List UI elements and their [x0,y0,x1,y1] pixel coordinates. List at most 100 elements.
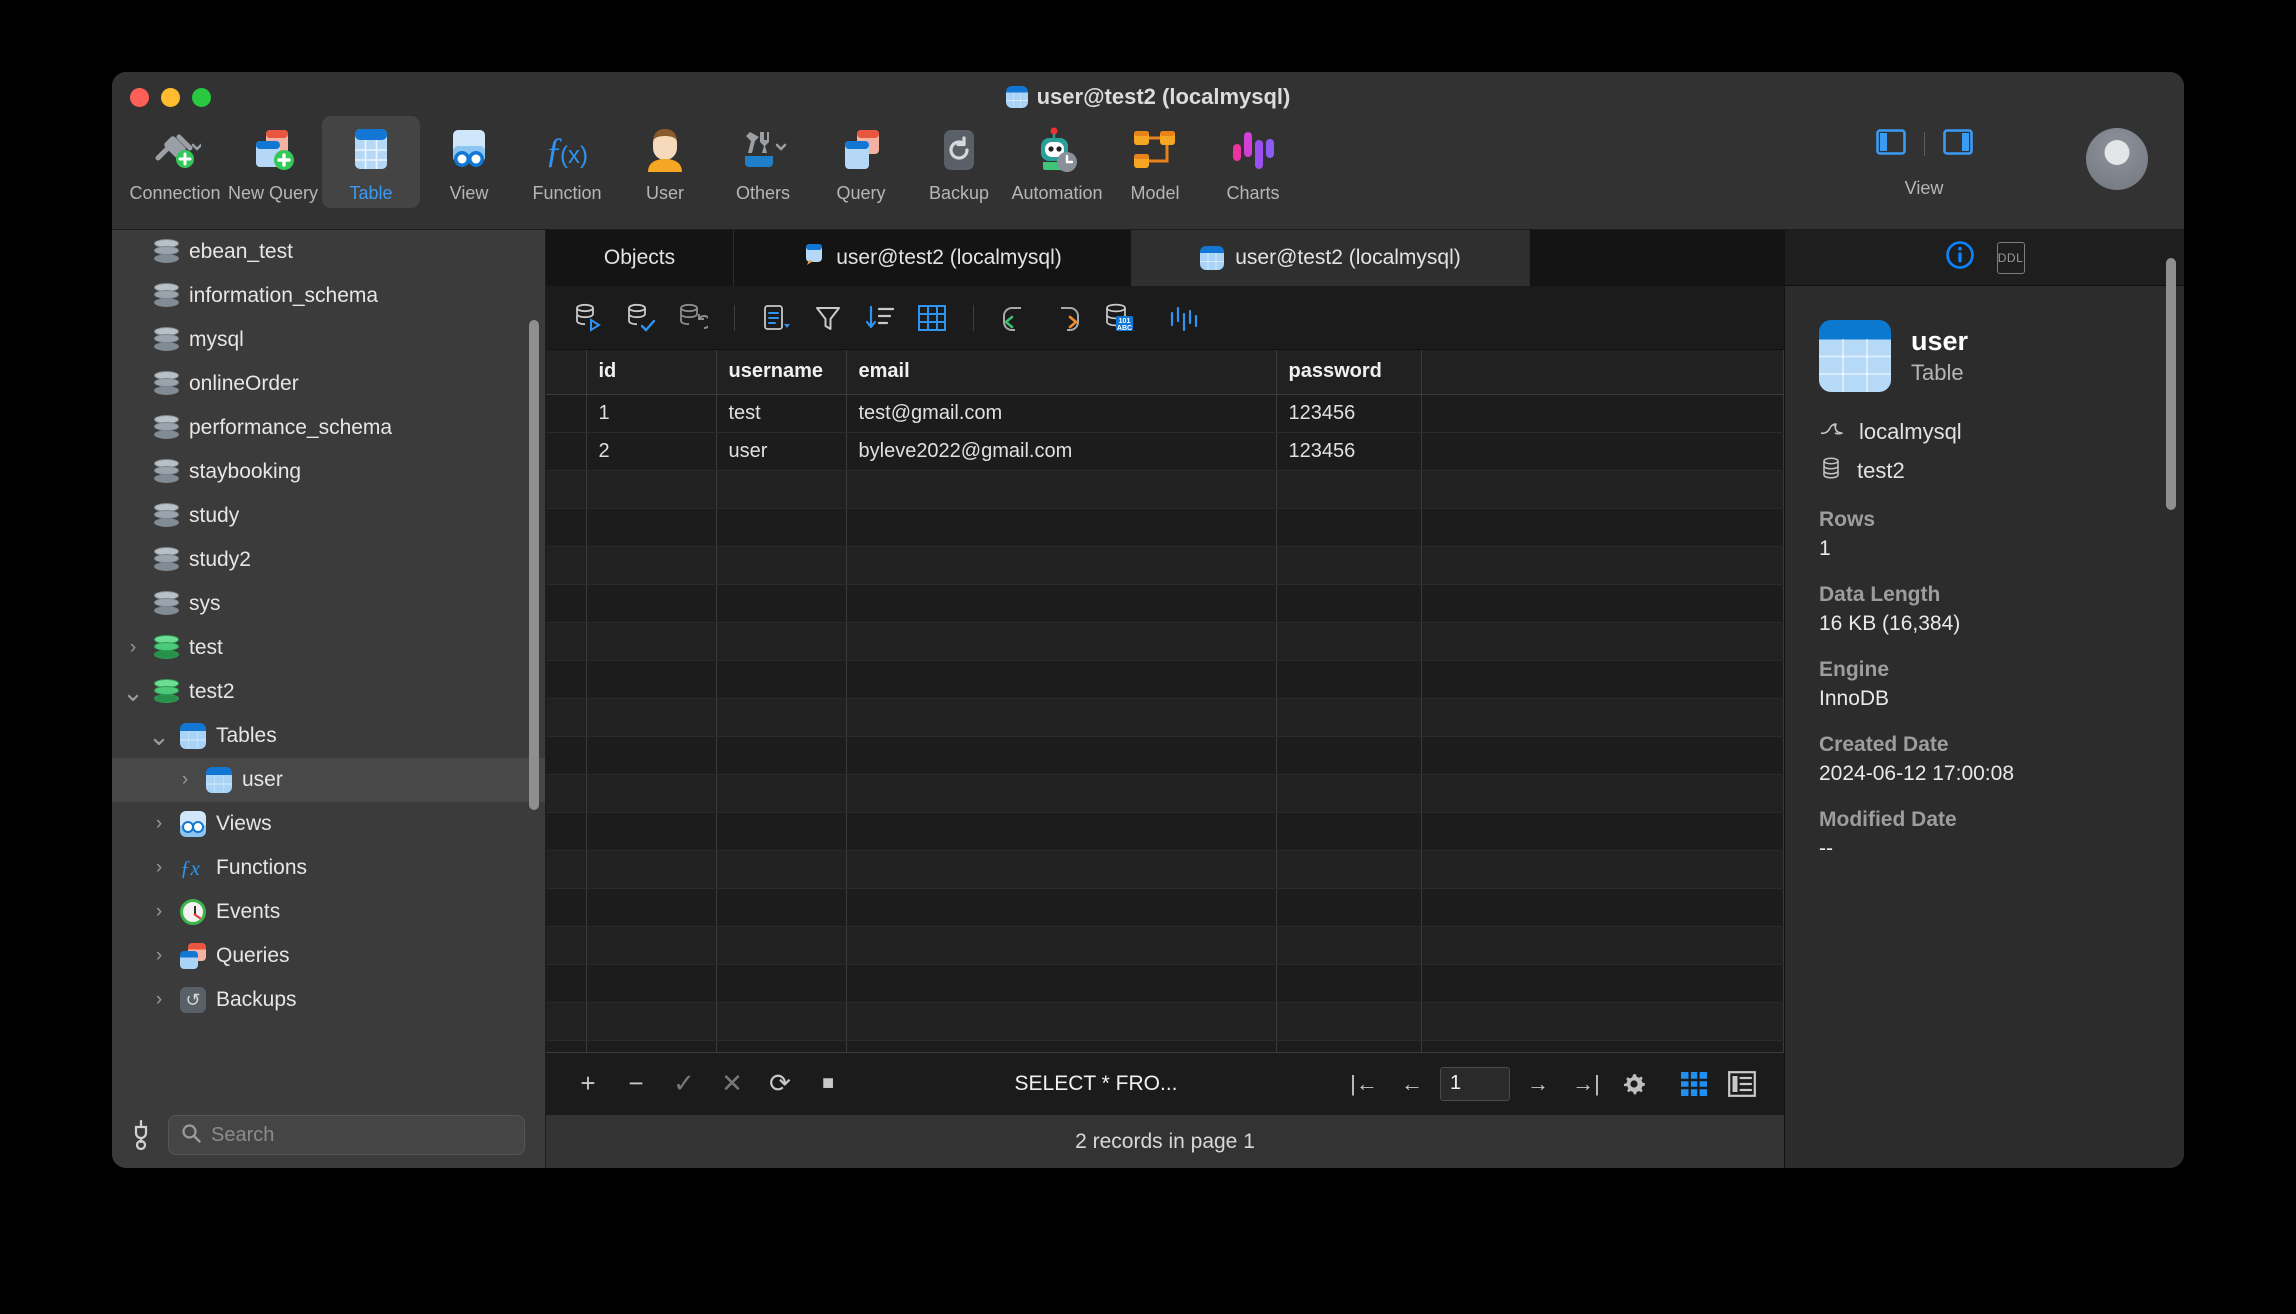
cell-empty[interactable] [846,774,1276,812]
cell-empty[interactable] [846,964,1276,1002]
tab-objects[interactable]: Objects [546,230,734,286]
chevron-right-icon[interactable]: › [122,637,144,659]
cell-empty[interactable] [586,736,716,774]
table-row-empty[interactable] [546,470,1784,508]
toolbar-function[interactable]: ƒ (x) Function [518,116,616,208]
tree-item-views[interactable]: ›Views [112,802,545,846]
cell-empty[interactable] [846,660,1276,698]
cell-empty[interactable] [546,736,586,774]
cell-empty[interactable] [1421,888,1784,926]
cell-empty[interactable] [846,1040,1276,1052]
cell-empty[interactable] [1276,888,1421,926]
cell-empty[interactable] [1421,584,1784,622]
cell-empty[interactable] [546,508,586,546]
table-row-empty[interactable] [546,508,1784,546]
toolbar-model[interactable]: Model [1106,116,1204,208]
cell-empty[interactable] [586,660,716,698]
cell-empty[interactable] [716,964,846,1002]
ddl-tab[interactable]: DDL [1997,242,2025,274]
avatar[interactable] [2086,128,2148,190]
cell-empty[interactable] [1421,736,1784,774]
chevron-right-icon[interactable]: › [148,945,170,967]
cell-empty[interactable] [1421,698,1784,736]
cell-empty[interactable] [1276,850,1421,888]
cell-empty[interactable] [1276,698,1421,736]
redo-icon[interactable] [1046,298,1088,338]
tree-item-user[interactable]: ›user [112,758,545,802]
tree-item-queries[interactable]: ›Queries [112,934,545,978]
cell-empty[interactable] [1421,470,1784,508]
chevron-right-icon[interactable]: › [174,769,196,791]
grid-view-icon[interactable] [1674,1064,1714,1104]
cell-empty[interactable] [1276,964,1421,1002]
table-row-empty[interactable] [546,584,1784,622]
cell-empty[interactable] [716,660,846,698]
cell-empty[interactable] [1276,1040,1421,1052]
cell-empty[interactable] [586,622,716,660]
cell-empty[interactable] [1421,1040,1784,1052]
cell-empty[interactable] [846,1002,1276,1040]
cell-email[interactable]: byleve2022@gmail.com [846,432,1276,470]
cell-empty[interactable] [716,1002,846,1040]
undo-icon[interactable] [994,298,1036,338]
column-header-id[interactable]: id [586,350,716,394]
cell-email[interactable]: test@gmail.com [846,394,1276,432]
cell-password[interactable]: 123456 [1276,394,1421,432]
stats-icon[interactable] [1162,298,1204,338]
cell-empty[interactable] [846,736,1276,774]
cell-empty[interactable] [1421,774,1784,812]
cell-empty[interactable] [1421,546,1784,584]
last-page-button[interactable]: →| [1566,1064,1606,1104]
table-row-empty[interactable] [546,850,1784,888]
cell-empty[interactable] [1276,470,1421,508]
cell-empty[interactable] [1276,584,1421,622]
cell-empty[interactable] [846,888,1276,926]
toolbar-new-query[interactable]: New Query [224,116,322,208]
cell-empty[interactable] [1276,774,1421,812]
tree-item-backups[interactable]: ›↺Backups [112,978,545,1022]
table-row-empty[interactable] [546,1002,1784,1040]
tree-item-performance-schema[interactable]: performance_schema [112,406,545,450]
column-header-password[interactable]: password [1276,350,1421,394]
column-header-username[interactable]: username [716,350,846,394]
toggle-right-panel-icon[interactable] [1943,129,1973,160]
table-row-empty[interactable] [546,1040,1784,1052]
row-selector-cell[interactable] [546,432,586,470]
cell-empty[interactable] [1421,622,1784,660]
info-tab[interactable] [1945,240,1975,275]
toolbar-connection[interactable]: Connection [126,116,224,208]
search-box[interactable] [168,1115,525,1155]
cell-empty[interactable] [1421,1002,1784,1040]
cell-empty[interactable] [716,926,846,964]
cell-empty[interactable] [546,698,586,736]
toolbar-others[interactable]: Others [714,116,812,208]
search-input[interactable] [211,1124,512,1147]
cell-empty[interactable] [716,546,846,584]
cell-empty[interactable] [716,698,846,736]
cell-empty[interactable] [546,1002,586,1040]
page-number-input[interactable]: 1 [1440,1067,1510,1101]
cell-empty[interactable] [1421,850,1784,888]
table-row-empty[interactable] [546,622,1784,660]
tab-query-editor[interactable]: user@test2 (localmysql) [734,230,1132,286]
remove-record-button[interactable]: − [616,1064,656,1104]
cell-empty[interactable] [586,584,716,622]
cell-empty[interactable] [546,660,586,698]
sort-icon[interactable] [859,298,901,338]
table-row-empty[interactable] [546,736,1784,774]
tree-item-study2[interactable]: study2 [112,538,545,582]
cell-empty[interactable] [586,508,716,546]
cell-empty[interactable] [716,736,846,774]
info-panel-scrollbar[interactable] [2166,258,2176,510]
cell-password[interactable]: 123456 [1276,432,1421,470]
tree-item-events[interactable]: ›Events [112,890,545,934]
cell-empty[interactable] [846,622,1276,660]
toolbar-table[interactable]: Table [322,116,420,208]
cell-empty[interactable] [546,888,586,926]
cell-empty[interactable] [1421,660,1784,698]
cell-empty[interactable] [846,812,1276,850]
raw-data-icon[interactable]: 101 ABC [1098,298,1140,338]
tree-item-ebean-test[interactable]: ebean_test [112,230,545,274]
filter-icon[interactable] [807,298,849,338]
tab-table-data[interactable]: user@test2 (localmysql) [1132,230,1530,286]
